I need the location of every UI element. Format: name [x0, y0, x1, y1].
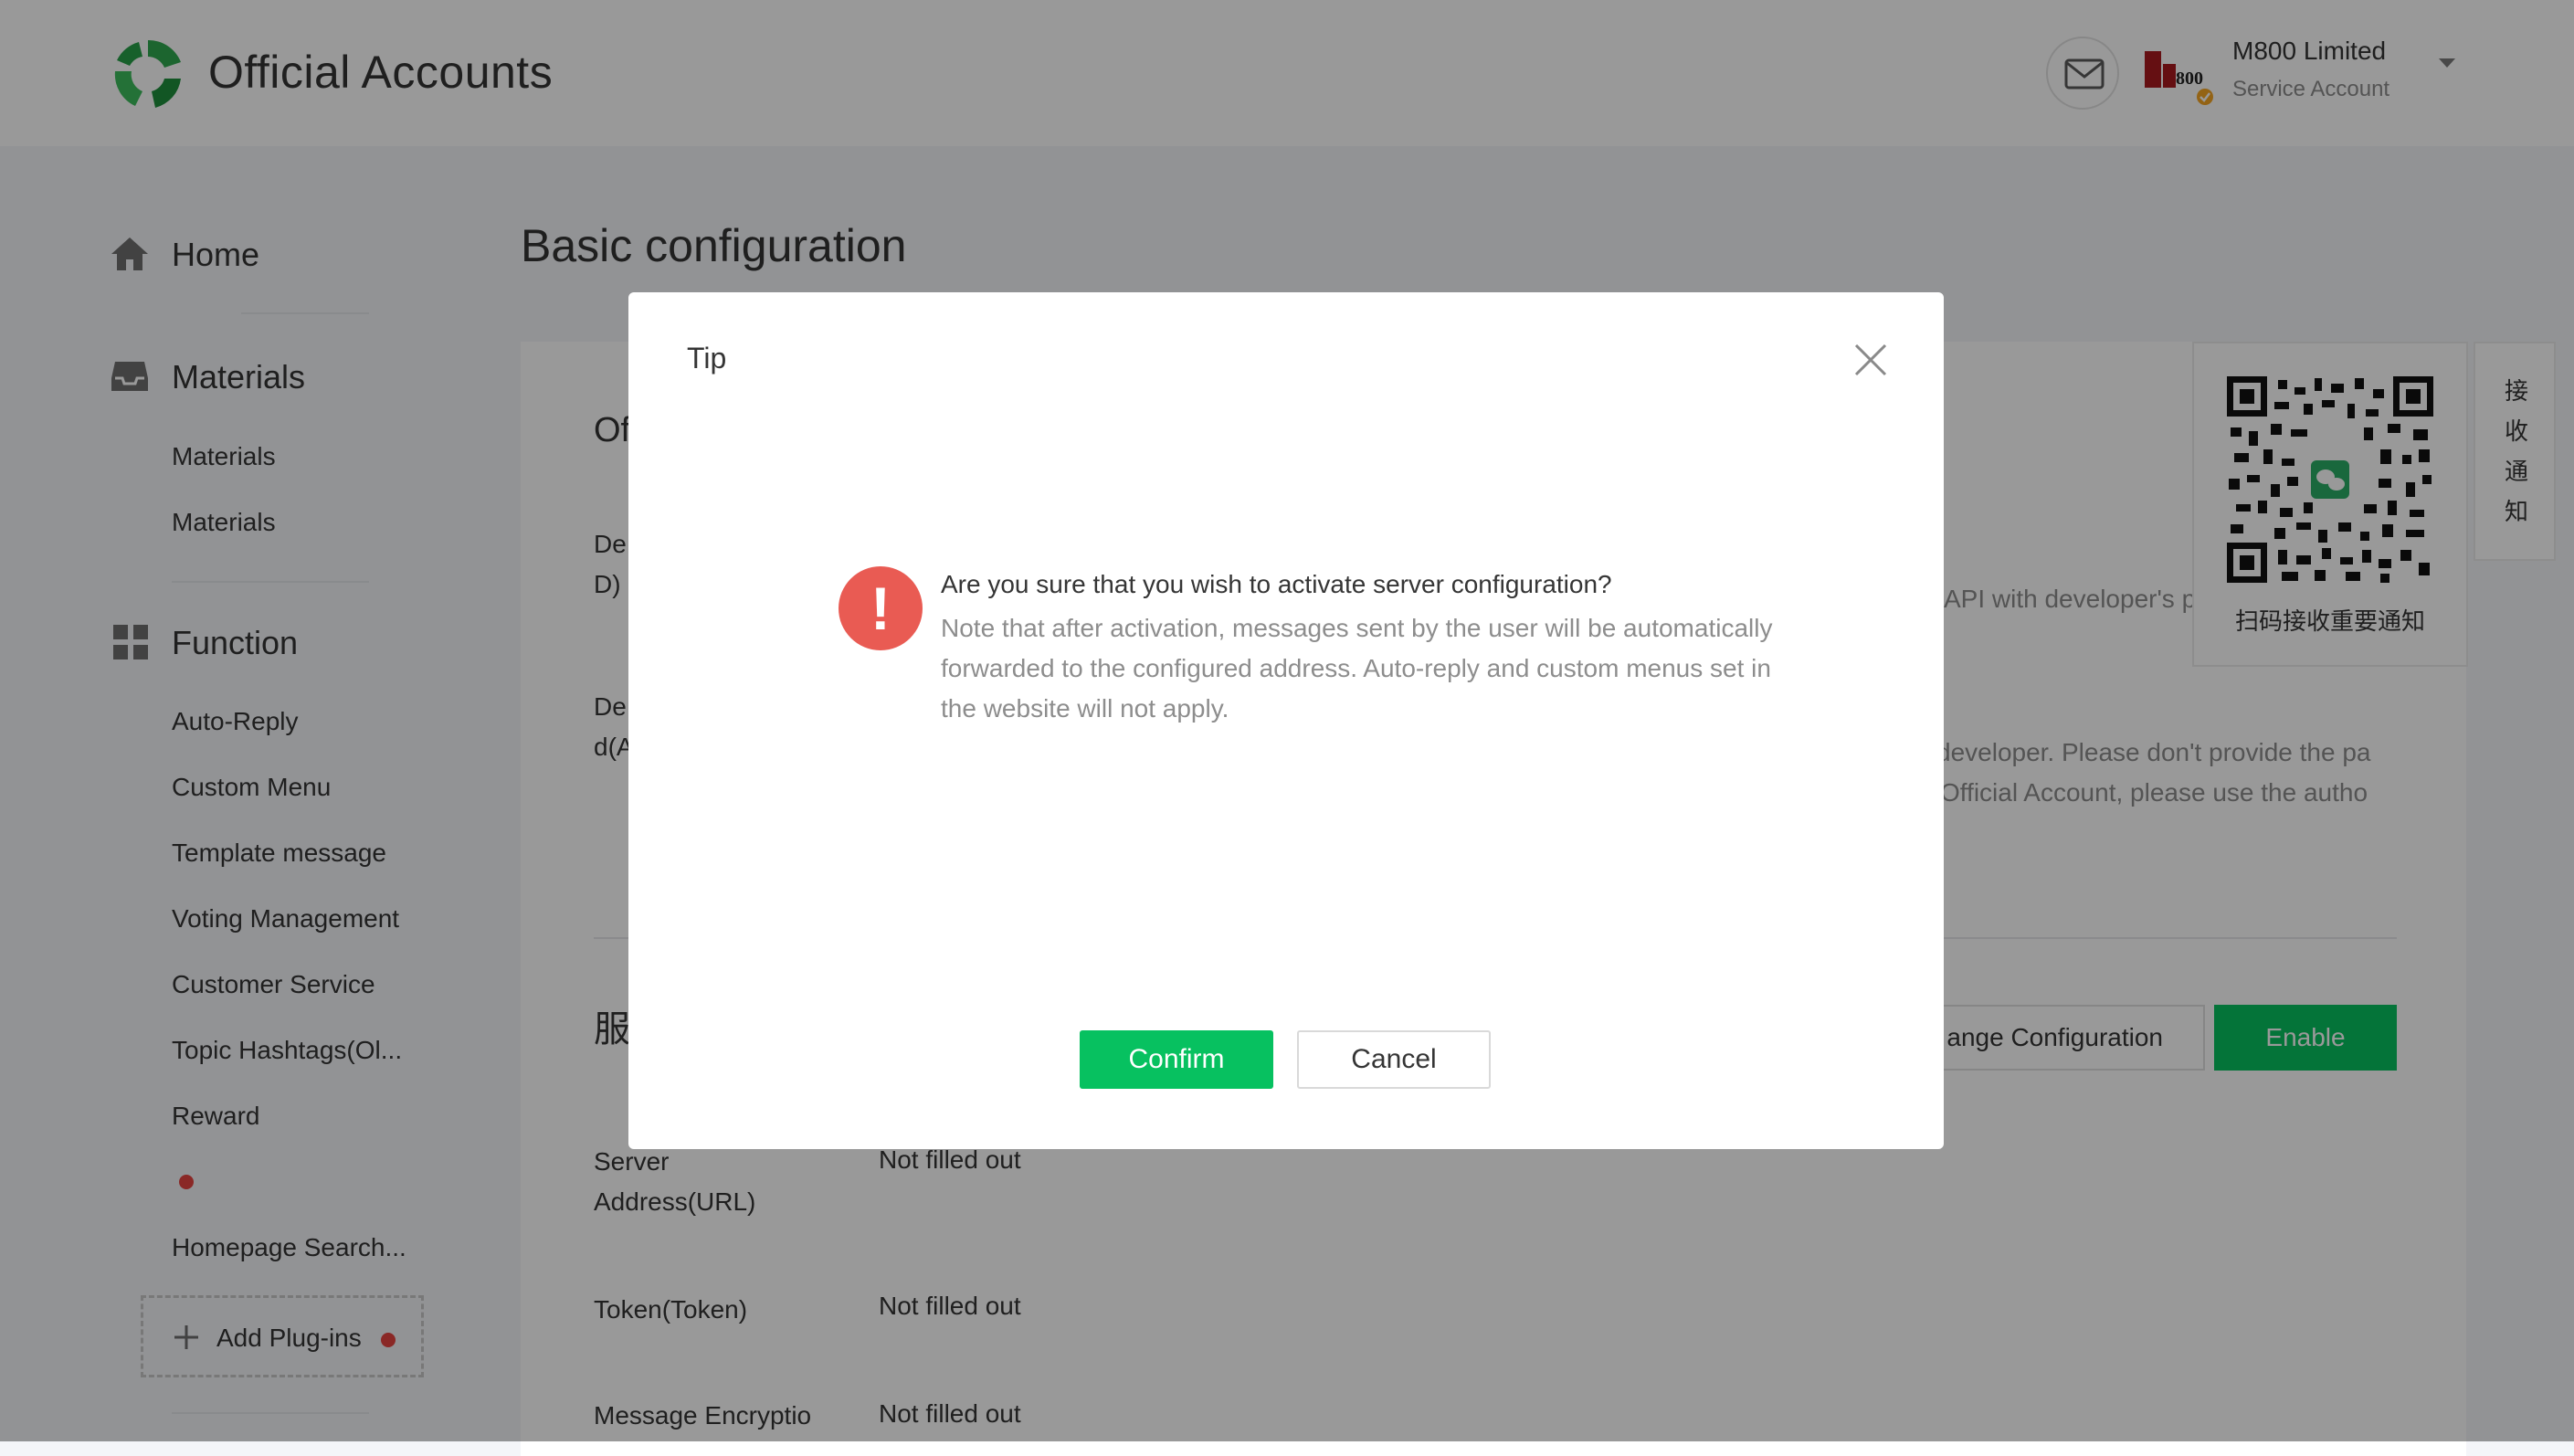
dialog-question: Are you sure that you wish to activate s…: [941, 570, 1612, 598]
warning-icon: !: [839, 566, 923, 650]
confirm-button[interactable]: Confirm: [1080, 1030, 1273, 1089]
dialog-description: Note that after activation, messages sen…: [941, 614, 1773, 723]
cancel-button[interactable]: Cancel: [1297, 1030, 1491, 1089]
dialog-title: Tip: [687, 342, 727, 375]
close-icon[interactable]: [1849, 338, 1893, 382]
